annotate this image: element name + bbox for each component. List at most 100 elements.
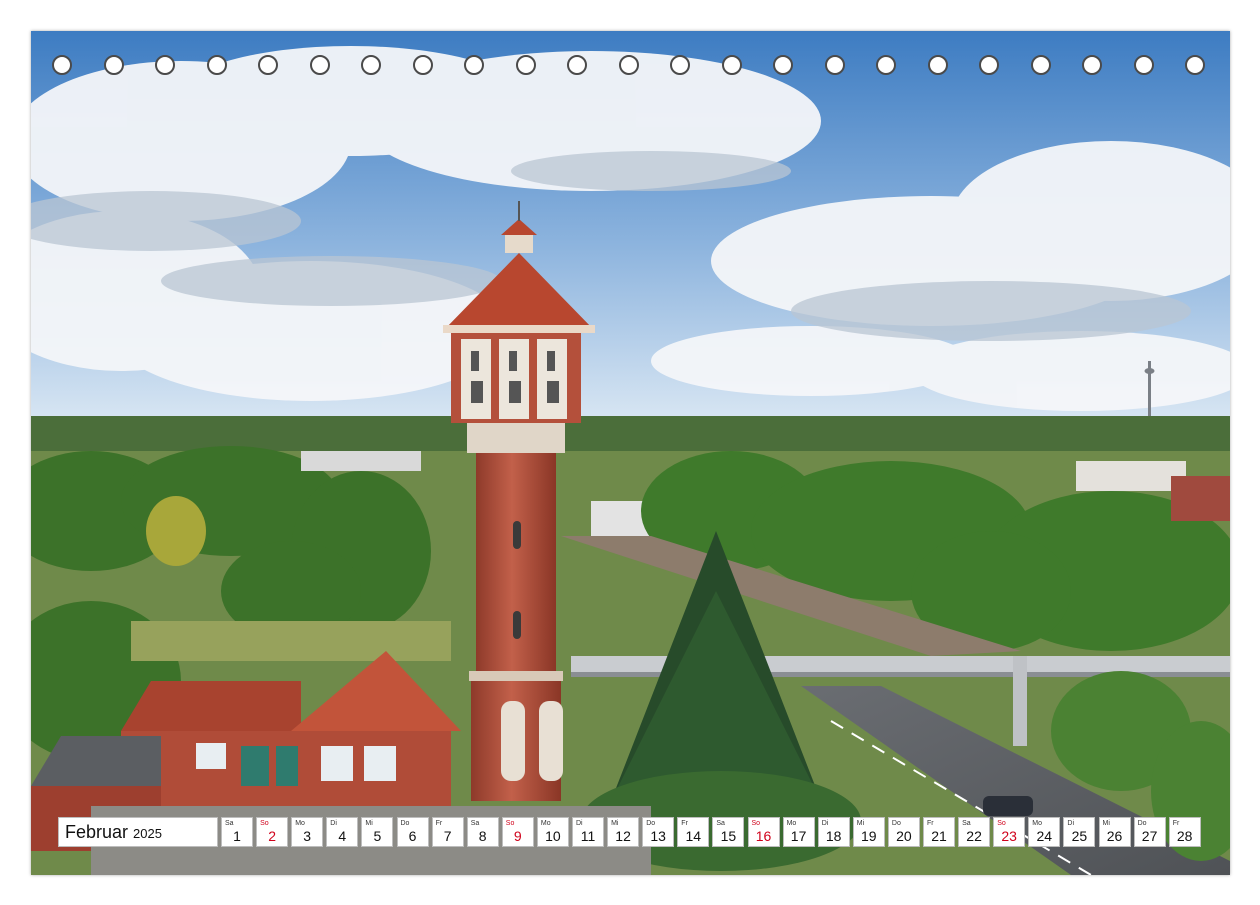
calendar-strip: Februar 2025 Sa 1 So 2 Mo 3 Di 4 Mi 5 Do 6 Fr 7 Sa 8 So 9… [58,817,1204,847]
day-cell: Mo 17 [782,817,815,847]
day-of-week: Do [891,820,901,827]
binding-hole [670,55,690,75]
day-cell: So 16 [747,817,780,847]
day-cell: Mo 3 [291,817,324,847]
day-of-week: Mi [365,820,373,827]
day-of-week: Mo [1032,820,1043,827]
day-of-week: Fr [927,820,934,827]
day-of-week: So [505,820,515,827]
day-number: 4 [338,828,347,844]
binding-hole [103,55,124,75]
day-of-week: Fr [435,820,443,827]
day-number: 24 [1036,828,1053,844]
day-cell: Mi 5 [361,817,394,847]
day-number: 18 [825,828,842,844]
day-number: 25 [1071,828,1088,844]
day-of-week: Sa [716,820,725,827]
day-cell: Di 11 [572,817,604,847]
binding-hole [1185,55,1205,75]
day-number: 5 [373,828,382,844]
day-cell: Mi 26 [1098,817,1131,847]
day-number: 22 [966,828,982,844]
month-name: Februar [65,821,129,842]
day-of-week: Fr [681,820,688,827]
day-of-week: Do [400,820,410,827]
day-cell: Sa 8 [466,817,499,847]
day-cell: Mi 19 [852,817,885,847]
day-of-week: Mo [786,820,797,827]
binding-hole [412,55,433,75]
day-number: 2 [268,828,276,844]
day-number: 15 [720,828,737,844]
day-of-week: Sa [962,820,971,827]
day-of-week: So [260,820,269,827]
day-of-week: Di [330,820,337,827]
binding-hole [155,55,175,75]
day-of-week: So [997,820,1006,827]
day-cell: So 2 [256,817,289,847]
binding-hole [927,55,948,75]
day-cell: Fr 21 [923,817,955,847]
day-number: 23 [1001,828,1017,844]
day-of-week: Mi [856,820,865,827]
day-number: 10 [545,828,561,844]
day-number: 27 [1141,828,1158,844]
day-number: 3 [303,828,312,844]
day-number: 17 [790,828,807,844]
binding-hole [515,55,536,75]
day-of-week: Di [821,820,829,827]
day-cell: Fr 14 [677,817,710,847]
day-of-week: Sa [225,820,234,827]
binding-hole [1133,55,1154,75]
day-number: 14 [685,828,702,844]
day-number: 1 [233,828,241,844]
day-cell: Di 4 [326,817,359,847]
day-cell: Fr 7 [431,817,464,847]
month-year: 2025 [133,826,162,841]
day-of-week: Di [1067,820,1075,827]
day-number: 13 [650,828,666,844]
binding-hole [876,55,896,75]
month-label-box: Februar 2025 [58,817,218,847]
day-number: 28 [1176,828,1193,844]
binding-hole [618,55,639,75]
day-number: 11 [580,828,596,844]
day-cell: Fr 28 [1168,817,1201,847]
day-number: 16 [755,828,772,844]
day-number: 7 [443,828,452,844]
day-of-week: Mi [1102,820,1110,827]
day-number: 12 [615,828,631,844]
day-cell: Sa 15 [712,817,745,847]
binding-hole [567,55,587,75]
day-number: 8 [478,828,487,844]
binding-hole [258,55,278,75]
day-of-week: So [751,820,761,827]
day-cell: Di 18 [817,817,850,847]
day-cell: Mo 10 [536,817,569,847]
day-cell: Mo 24 [1028,817,1061,847]
binding-hole [773,55,793,75]
day-number: 20 [896,828,912,844]
day-cell: So 23 [993,817,1026,847]
day-number: 9 [513,828,522,844]
day-number: 26 [1106,828,1123,844]
day-cell: Sa 22 [958,817,991,847]
day-cell: Do 20 [887,817,920,847]
binding-hole [309,55,330,75]
binding-hole [361,55,381,75]
day-cell: Do 13 [642,817,675,847]
day-of-week: Do [646,820,656,827]
binding-hole [206,55,227,75]
day-cell: Sa 1 [221,817,253,847]
binding-hole [52,55,72,75]
water-tower-photo [31,31,1230,875]
day-number: 19 [861,828,877,844]
binding-hole [721,55,742,75]
day-of-week: Di [576,820,583,827]
day-number: 21 [931,828,947,844]
binding-hole [824,55,845,75]
day-cell: Do 27 [1133,817,1166,847]
day-cell: Mi 12 [607,817,640,847]
day-of-week: Mo [295,820,305,827]
binding-hole [979,55,999,75]
